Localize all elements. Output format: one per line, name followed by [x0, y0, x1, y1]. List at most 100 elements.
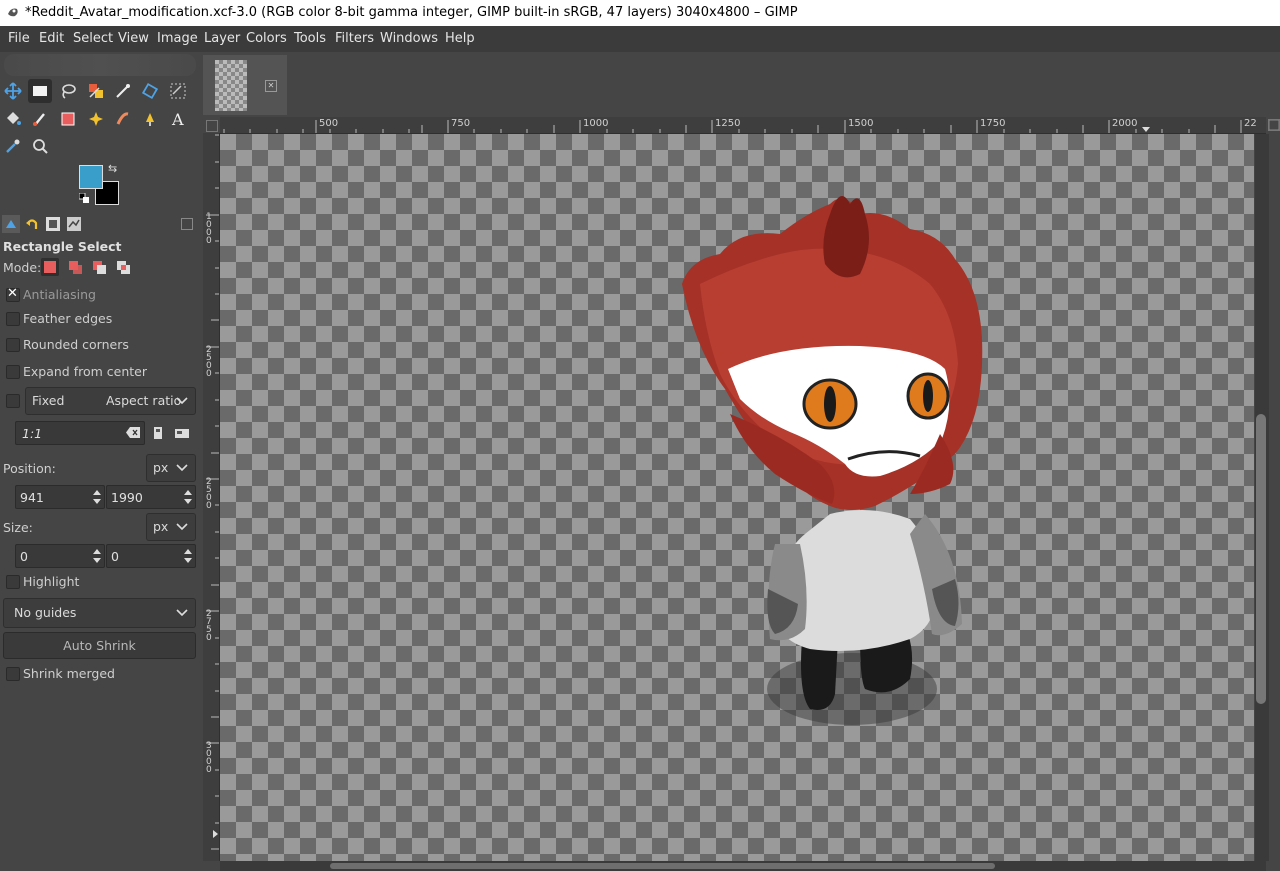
guides-dropdown[interactable]: No guides [3, 598, 196, 628]
images-tab-icon[interactable] [44, 215, 62, 233]
shrink-merged-checkbox[interactable] [6, 667, 20, 681]
swap-colors-icon[interactable]: ⇆ [108, 162, 120, 175]
ruler-label: 1750 [980, 118, 1006, 129]
menu-help[interactable]: Help [443, 26, 477, 52]
chevron-down-icon [176, 523, 188, 531]
size-height-input[interactable]: 0 [106, 544, 196, 568]
rounded-corners-label: Rounded corners [23, 337, 129, 352]
fuzzy-select-icon[interactable] [84, 79, 108, 103]
image-tab[interactable]: ✕ [203, 55, 287, 115]
fixed-checkbox[interactable] [6, 394, 20, 408]
size-width-input[interactable]: 0 [15, 544, 105, 568]
position-unit-dropdown[interactable]: px [146, 454, 196, 482]
clear-input-icon[interactable] [126, 427, 140, 438]
image-canvas[interactable] [220, 134, 1254, 861]
mode-subtract-icon[interactable] [90, 258, 108, 276]
position-x-input[interactable]: 941 [15, 485, 105, 509]
highlight-checkbox[interactable] [6, 575, 20, 589]
transform-icon[interactable] [138, 79, 162, 103]
spin-arrows-icon[interactable] [92, 547, 102, 565]
spin-arrows-icon[interactable] [183, 547, 193, 565]
antialiasing-checkbox[interactable] [6, 286, 20, 302]
menu-select[interactable]: Select [71, 26, 115, 52]
position-unit: px [153, 460, 169, 475]
color-picker-icon[interactable] [1, 134, 25, 158]
menu-layer[interactable]: Layer [202, 26, 242, 52]
paintbrush-icon[interactable] [28, 107, 52, 131]
menu-tools[interactable]: Tools [292, 26, 328, 52]
ruler-label: 2500 [206, 477, 212, 511]
ruler-label: 2750 [206, 609, 212, 643]
heal-icon[interactable] [84, 107, 108, 131]
warp-icon[interactable] [166, 79, 190, 103]
menu-filters[interactable]: Filters [333, 26, 376, 52]
mode-label: Mode: [3, 260, 42, 275]
horizontal-scroll-thumb[interactable] [330, 863, 995, 869]
bucket-fill-icon[interactable] [1, 107, 25, 131]
landscape-icon[interactable] [175, 429, 189, 438]
mode-add-icon[interactable] [66, 258, 84, 276]
image-thumbnail [215, 60, 247, 111]
ruler-label: 1000 [583, 118, 609, 129]
smudge-icon[interactable] [111, 107, 135, 131]
paths-icon[interactable] [111, 79, 135, 103]
undo-history-tab-icon[interactable] [23, 215, 41, 233]
rect-select-icon[interactable] [28, 79, 52, 103]
menu-file[interactable]: File [6, 26, 32, 52]
svg-text:A: A [171, 110, 184, 128]
position-x-value: 941 [20, 490, 44, 505]
foreground-color-swatch[interactable] [79, 165, 103, 189]
device-status-tab-icon[interactable] [65, 215, 83, 233]
guides-value: No guides [14, 605, 77, 620]
image-window: ✕ 500 750 1000 1250 1500 1750 2000 22 10… [200, 52, 1280, 871]
position-y-input[interactable]: 1990 [106, 485, 196, 509]
toolbox-header-art [4, 54, 196, 76]
fixed-mode-dropdown[interactable]: Fixed Aspect ratio [25, 387, 196, 415]
mode-replace-icon[interactable] [41, 258, 59, 276]
eraser-icon[interactable] [56, 107, 80, 131]
horizontal-ruler: 500 750 1000 1250 1500 1750 2000 22 [220, 117, 1266, 134]
expand-from-center-checkbox[interactable] [6, 365, 20, 379]
toolbox-panel: A ⇆ Rectangle Select Mode: Antialiasing … [0, 52, 200, 871]
auto-shrink-button[interactable]: Auto Shrink [3, 632, 196, 659]
chevron-down-icon [176, 464, 188, 472]
dodge-icon[interactable] [138, 107, 162, 131]
expand-from-center-label: Expand from center [23, 364, 147, 379]
text-icon[interactable]: A [166, 107, 190, 131]
avatar-image [682, 196, 983, 725]
fixed-label: Fixed [32, 393, 65, 408]
size-label: Size: [3, 520, 33, 535]
shrink-merged-label: Shrink merged [23, 666, 115, 681]
tool-options-tab-icon[interactable] [2, 215, 20, 233]
move-icon[interactable] [1, 79, 25, 103]
window-title: *Reddit_Avatar_modification.xcf-3.0 (RGB… [25, 5, 798, 20]
zoom-image-icon[interactable] [1268, 119, 1280, 131]
feather-edges-checkbox[interactable] [6, 312, 20, 326]
lasso-icon[interactable] [56, 79, 80, 103]
ruler-label: 750 [451, 118, 471, 129]
vertical-scroll-thumb[interactable] [1256, 414, 1266, 704]
spin-arrows-icon[interactable] [183, 488, 193, 506]
menu-view[interactable]: View [116, 26, 151, 52]
ruler-label: 22 [1244, 118, 1257, 129]
size-height-value: 0 [111, 549, 119, 564]
menu-windows[interactable]: Windows [378, 26, 440, 52]
size-unit-dropdown[interactable]: px [146, 513, 196, 541]
ratio-input[interactable]: 1:1 [15, 421, 145, 445]
title-bar: *Reddit_Avatar_modification.xcf-3.0 (RGB… [0, 0, 1280, 26]
vertical-scrollbar[interactable] [1255, 134, 1269, 861]
default-colors-icon[interactable] [79, 193, 89, 203]
menu-edit[interactable]: Edit [37, 26, 66, 52]
quick-mask-toggle-icon[interactable] [206, 120, 218, 132]
portrait-icon[interactable] [153, 427, 163, 439]
zoom-icon[interactable] [28, 134, 52, 158]
horizontal-scrollbar[interactable] [220, 861, 1266, 871]
spin-arrows-icon[interactable] [92, 488, 102, 506]
menu-image[interactable]: Image [155, 26, 200, 52]
rounded-corners-checkbox[interactable] [6, 338, 20, 352]
dock-menu-button[interactable] [181, 218, 193, 230]
menu-colors[interactable]: Colors [244, 26, 289, 52]
mode-intersect-icon[interactable] [114, 258, 132, 276]
highlight-label: Highlight [23, 574, 80, 589]
close-tab-icon[interactable]: ✕ [265, 80, 277, 92]
